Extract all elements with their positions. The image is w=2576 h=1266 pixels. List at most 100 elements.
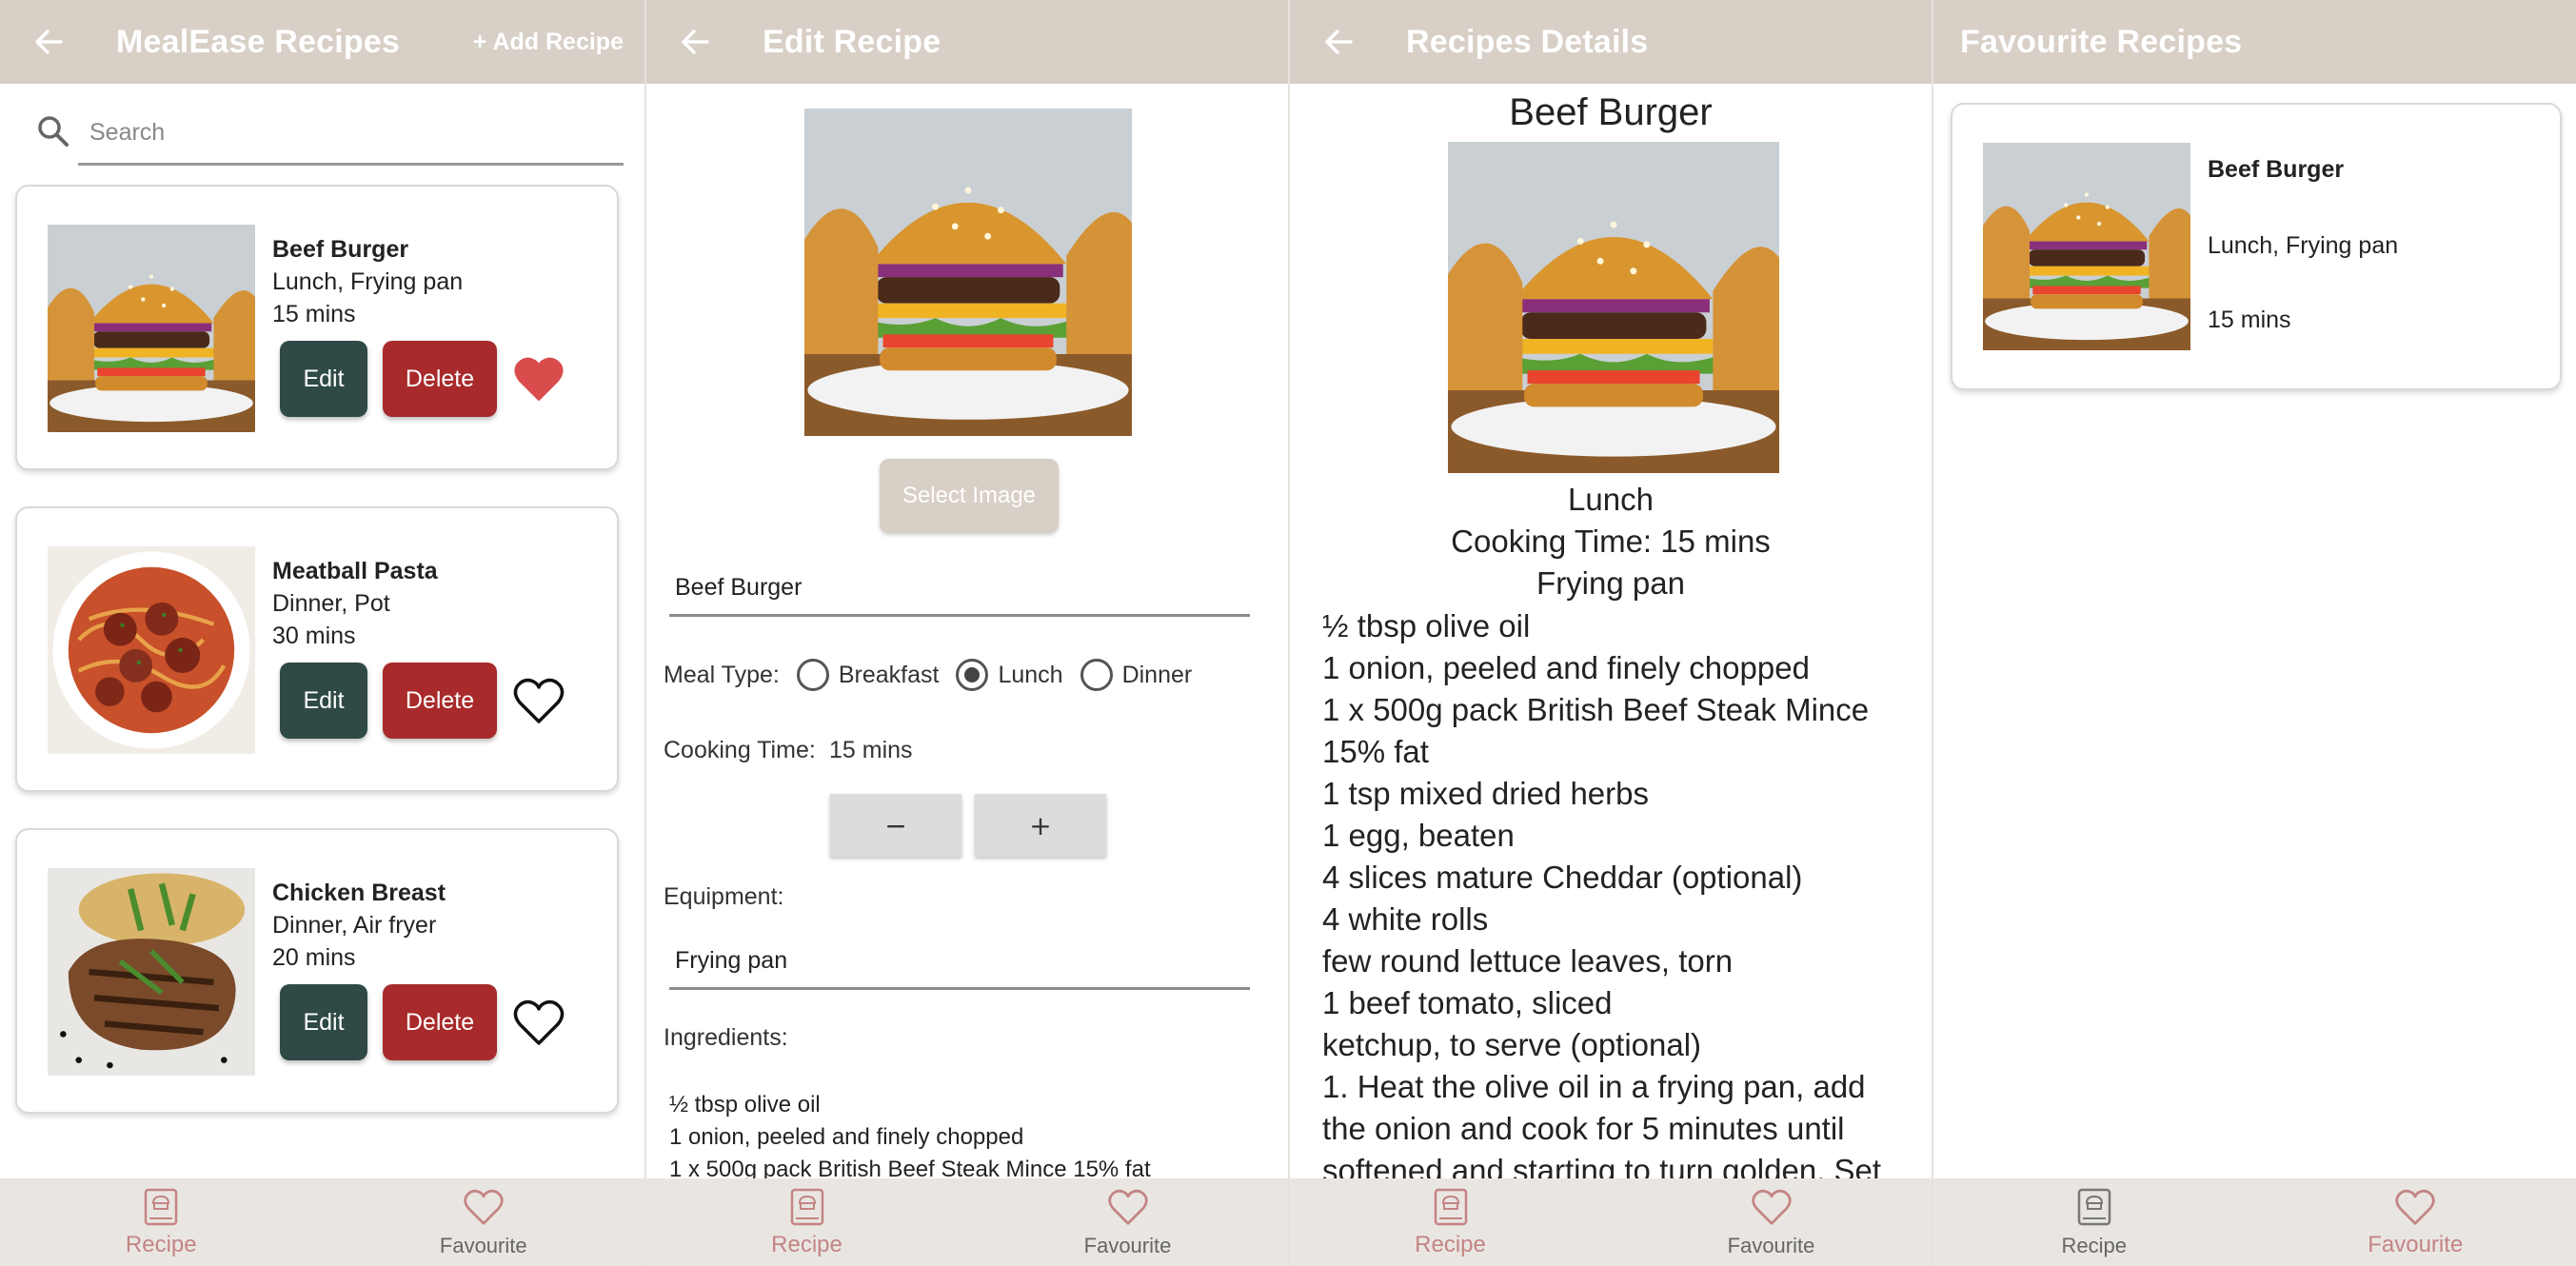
recipe-time: 30 mins (272, 623, 356, 649)
recipe-name: Beef Burger (2208, 156, 2345, 183)
page-title: Edit Recipe (763, 23, 941, 60)
search-input[interactable] (78, 103, 624, 166)
back-arrow-icon[interactable] (1318, 21, 1360, 63)
content-line: 15% fat (1322, 734, 1429, 769)
search-bar (29, 103, 624, 168)
edit-button[interactable]: Edit (280, 984, 367, 1060)
nav-recipe-label: Recipe (771, 1232, 842, 1257)
edit-button[interactable]: Edit (280, 341, 367, 417)
content-line: 1 beef tomato, sliced (1322, 985, 1613, 1020)
nav-recipe-label: Recipe (1415, 1232, 1486, 1257)
content-line: 4 white rolls (1322, 901, 1489, 937)
heart-icon (2394, 1186, 2436, 1228)
beef-burger-image (48, 223, 255, 434)
page-title: MealEase Recipes (116, 23, 401, 60)
app-bar: Recipes Details (1290, 0, 1932, 84)
edit-recipe-screen: Edit Recipe Select Image Beef Burger Mea… (644, 0, 1288, 1266)
ingredients-label: Ingredients: (664, 1024, 788, 1051)
nav-favourite[interactable]: Favourite (2255, 1178, 2576, 1266)
ingredient-line: 1 onion, peeled and finely chopped (669, 1124, 1024, 1150)
recipe-name: Chicken Breast (272, 880, 446, 906)
delete-button[interactable]: Delete (383, 984, 497, 1060)
content-line: 1 x 500g pack British Beef Steak Mince (1322, 692, 1870, 727)
nav-recipe[interactable]: Recipe (0, 1178, 323, 1266)
recipe-book-icon (2073, 1186, 2115, 1228)
recipe-details-screen: Recipes Details Beef Burger Lunch Cookin… (1288, 0, 1932, 1266)
add-recipe-button[interactable]: + Add Recipe (473, 29, 624, 56)
recipe-meta: Dinner, Air fryer (272, 912, 437, 939)
recipe-card[interactable]: Beef Burger Lunch, Frying pan 15 mins Ed… (15, 185, 619, 470)
recipe-name: Beef Burger (1509, 91, 1713, 133)
recipe-name: Meatball Pasta (272, 558, 438, 584)
nav-favourite[interactable]: Favourite (967, 1178, 1288, 1266)
radio-breakfast-label: Breakfast (838, 661, 940, 688)
page-title: Favourite Recipes (1960, 23, 2243, 60)
bottom-navigation: Recipe Favourite (1933, 1178, 2576, 1266)
nav-recipe-label: Recipe (2061, 1234, 2127, 1257)
bottom-navigation: Recipe Favourite (1290, 1178, 1932, 1266)
heart-outline-icon[interactable] (512, 676, 565, 725)
radio-dinner[interactable] (1080, 659, 1113, 691)
delete-button[interactable]: Delete (383, 663, 497, 739)
recipe-time: 20 mins (272, 944, 356, 971)
increase-time-button[interactable]: + (975, 794, 1106, 857)
recipe-meta: Lunch, Frying pan (272, 268, 464, 295)
app-bar: Favourite Recipes (1933, 0, 2576, 84)
nav-favourite[interactable]: Favourite (323, 1178, 645, 1266)
page-title: Recipes Details (1406, 23, 1649, 60)
equipment: Frying pan (1536, 565, 1685, 601)
recipe-book-icon (140, 1186, 182, 1228)
select-image-button[interactable]: Select Image (880, 459, 1059, 533)
equipment-label: Equipment: (664, 883, 784, 910)
nav-recipe[interactable]: Recipe (1290, 1178, 1611, 1266)
recipe-meta: Dinner, Pot (272, 590, 390, 617)
nav-recipe[interactable]: Recipe (1933, 1178, 2255, 1266)
content-line: 4 slices mature Cheddar (optional) (1322, 860, 1803, 895)
cooking-time-label: Cooking Time: (664, 737, 816, 763)
meal-type-group: Meal Type: Breakfast Lunch Dinner (664, 659, 1192, 691)
recipe-content: ½ tbsp olive oil 1 onion, peeled and fin… (1322, 605, 1912, 1192)
heart-filled-icon[interactable] (512, 354, 565, 404)
content-line: the onion and cook for 5 minutes until (1322, 1111, 1845, 1146)
heart-icon (463, 1186, 505, 1228)
delete-button[interactable]: Delete (383, 341, 497, 417)
content-line: ketchup, to serve (optional) (1322, 1027, 1702, 1062)
recipe-name: Beef Burger (272, 236, 409, 263)
nav-recipe[interactable]: Recipe (646, 1178, 967, 1266)
back-arrow-icon[interactable] (675, 21, 717, 63)
recipe-book-icon (1430, 1186, 1472, 1228)
bottom-navigation: Recipe Favourite (646, 1178, 1288, 1266)
nav-recipe-label: Recipe (125, 1232, 197, 1257)
app-bar: Edit Recipe (646, 0, 1288, 84)
recipe-meta: Lunch, Frying pan (2208, 232, 2399, 259)
recipe-card[interactable]: Meatball Pasta Dinner, Pot 30 mins Edit … (15, 506, 619, 792)
back-arrow-icon[interactable] (29, 21, 70, 63)
ingredients-field[interactable]: ½ tbsp olive oil 1 onion, peeled and fin… (669, 1089, 1151, 1186)
app-bar: MealEase Recipes + Add Recipe (0, 0, 644, 84)
beef-burger-image (1983, 141, 2190, 352)
nav-favourite-label: Favourite (2368, 1232, 2464, 1257)
recipe-card[interactable]: Chicken Breast Dinner, Air fryer 20 mins… (15, 828, 619, 1114)
content-line: 1. Heat the olive oil in a frying pan, a… (1322, 1069, 1866, 1104)
cooking-time: Cooking Time: 15 mins (1451, 524, 1771, 559)
recipe-time: 15 mins (272, 301, 356, 327)
search-icon (38, 116, 69, 147)
content-line: few round lettuce leaves, torn (1322, 943, 1734, 979)
recipe-name-field[interactable]: Beef Burger (669, 558, 1250, 617)
radio-lunch[interactable] (956, 659, 989, 691)
radio-lunch-label: Lunch (998, 661, 1063, 688)
radio-dinner-label: Dinner (1121, 661, 1193, 688)
radio-breakfast[interactable] (796, 659, 829, 691)
recipes-list-screen: MealEase Recipes + Add Recipe Beef Burge… (0, 0, 644, 1266)
bottom-navigation: Recipe Favourite (0, 1178, 644, 1266)
edit-button[interactable]: Edit (280, 663, 367, 739)
favourite-recipe-card[interactable]: Beef Burger Lunch, Frying pan 15 mins (1951, 103, 2562, 390)
meal-type-label: Meal Type: (664, 661, 780, 688)
nav-favourite[interactable]: Favourite (1611, 1178, 1932, 1266)
heart-outline-icon[interactable] (512, 998, 565, 1047)
content-line: 1 egg, beaten (1322, 818, 1515, 853)
equipment-field[interactable]: Frying pan (669, 931, 1250, 990)
ingredient-line: ½ tbsp olive oil (669, 1092, 821, 1118)
decrease-time-button[interactable]: − (830, 794, 961, 857)
nav-favourite-label: Favourite (1083, 1234, 1172, 1257)
